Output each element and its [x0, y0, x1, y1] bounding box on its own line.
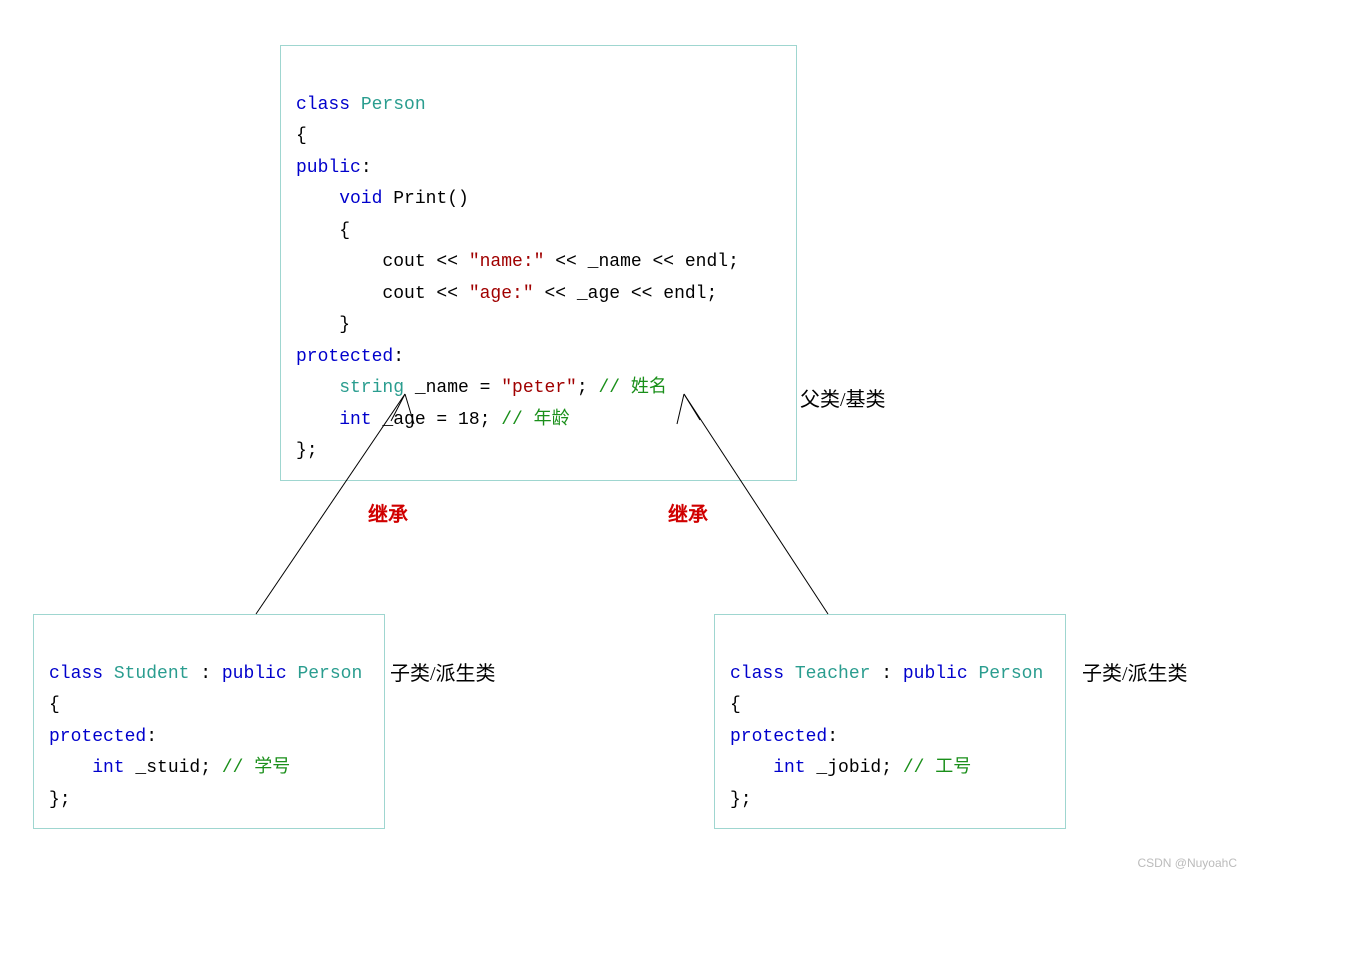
person-class-box: class Person { public: void Print() { co… [280, 45, 797, 481]
child1-label: 子类/派生类 [390, 657, 496, 686]
typ-person: Person [350, 95, 426, 115]
child2-label: 子类/派生类 [1082, 657, 1188, 686]
watermark: CSDN @NuyoahC [1137, 856, 1237, 870]
inherit2-label: 继承 [668, 498, 708, 527]
kw-void: void [296, 189, 382, 209]
kw-protected: protected [296, 347, 393, 367]
parent-label: 父类/基类 [800, 383, 886, 412]
teacher-class-box: class Teacher : public Person { protecte… [714, 614, 1066, 829]
kw-class: class [296, 95, 350, 115]
brace: { [296, 126, 307, 146]
student-class-box: class Student : public Person { protecte… [33, 614, 385, 829]
kw-public: public [296, 158, 361, 178]
inherit1-label: 继承 [368, 498, 408, 527]
